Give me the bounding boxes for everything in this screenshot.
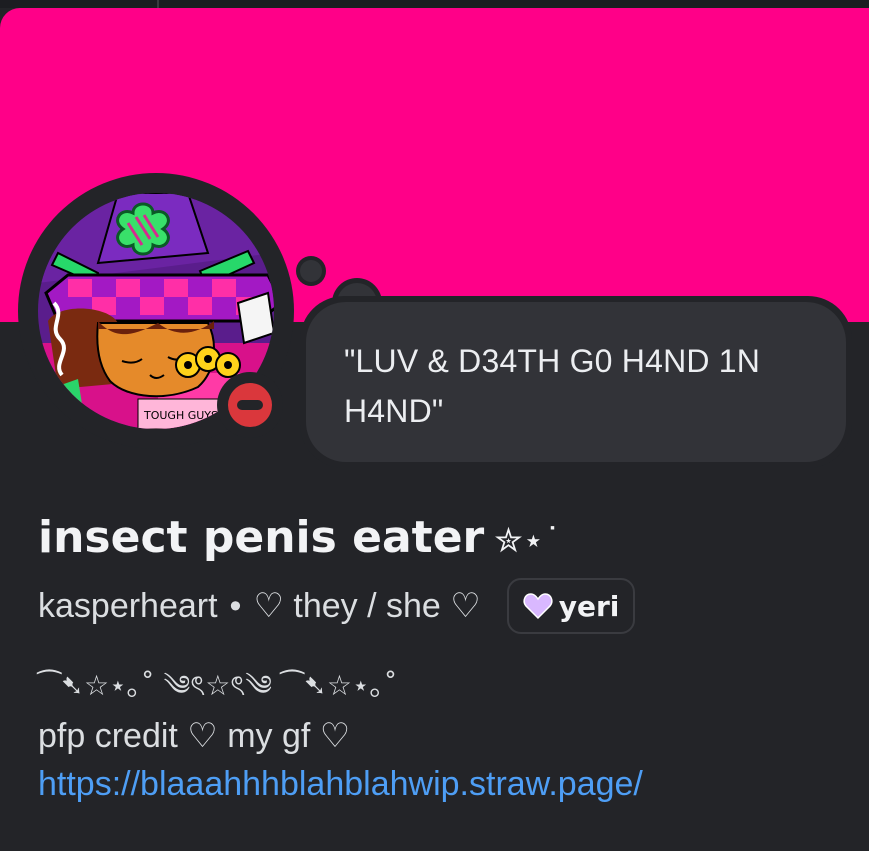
window-top-strip [0, 0, 869, 8]
username-separator: • [229, 586, 242, 625]
server-tag-name: yeri [558, 589, 620, 623]
thought-bubble-dot-small [296, 256, 326, 286]
display-name: insect penis eater ✮⋆˙ [38, 508, 561, 571]
custom-status-bubble[interactable]: "LUV & D34TH G0 H4ND 1N H4ND" [306, 302, 846, 462]
heart-icon [523, 593, 553, 620]
status-indicator [217, 372, 283, 438]
display-name-text: insect penis eater [38, 512, 485, 563]
avatar-container[interactable]: TOUGH GUYS [18, 173, 294, 449]
custom-status-text: "LUV & D34TH G0 H4ND 1N H4ND" [344, 343, 761, 429]
username[interactable]: kasperheart [38, 587, 218, 626]
panel-divider [157, 0, 159, 8]
display-name-decoration: ✮⋆˙ [494, 521, 562, 561]
server-tag-badge[interactable]: yeri [506, 578, 636, 634]
bio-decoration: ⁀➷☆⋆｡˚ ༄ৎ☆ৎ༄ ⁀➷☆⋆｡˚ [38, 669, 398, 702]
bio-link[interactable]: https://blaaahhhblahblahwip.straw.page/ [38, 760, 838, 808]
bio-text: pfp credit ♡ my gf ♡ [38, 717, 351, 755]
username-row: kasperheart • ♡ they / she ♡ yeri [38, 578, 636, 634]
do-not-disturb-icon [228, 383, 272, 427]
avatar-caption: TOUGH GUYS [143, 409, 218, 422]
about-me: ⁀➷☆⋆｡˚ ༄ৎ☆ৎ༄ ⁀➷☆⋆｡˚ pfp credit ♡ my gf ♡… [38, 660, 838, 808]
pronouns: ♡ they / she ♡ [253, 587, 481, 625]
